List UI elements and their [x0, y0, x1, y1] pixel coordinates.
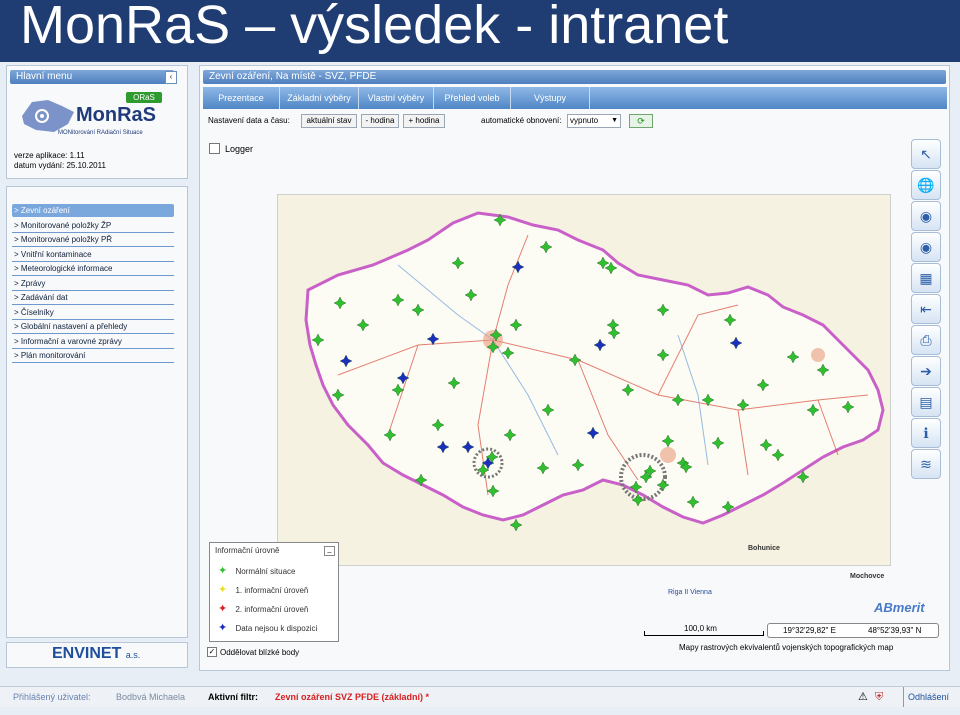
coord-latitude: 48°52'39,93" N [868, 626, 922, 635]
separate-points-label: Oddělovat blízké body [220, 648, 300, 657]
coord-longitude: 19°32'29,82" E [783, 626, 836, 635]
ruler-icon[interactable]: ⇤ [911, 294, 941, 324]
star-marker-icon: ✦ [218, 603, 228, 615]
tab-label: Přehled voleb [444, 93, 500, 103]
refresh-icon[interactable]: ⟳ [629, 114, 653, 128]
map-canvas[interactable]: Bohunice [277, 194, 891, 566]
tab-prehled-voleb[interactable]: Přehled voleb [434, 87, 511, 109]
globe-icon[interactable]: 🌐 [911, 170, 941, 200]
logo-badge: ORaS [126, 92, 162, 103]
slide-title-bar: MonRaS – výsledek - intranet [0, 0, 960, 62]
current-state-button[interactable]: aktuální stav [301, 114, 357, 128]
print-icon[interactable]: ⎙ [911, 325, 941, 355]
sidebar-item[interactable]: > Monitorované položky ŽP [12, 219, 174, 233]
sidebar-item[interactable]: > Zprávy [12, 277, 174, 291]
main-header-label: Zevní ozáření, Na místě - SVZ, PFDE [209, 71, 377, 82]
tab-label: Vlastní výběry [367, 93, 425, 103]
status-bar: Přihlášený uživatel: Bodbvá Michaela Akt… [0, 686, 960, 707]
envinet-logo: ENVINET a.s. [52, 645, 140, 663]
map-svg [278, 195, 890, 565]
star-marker-icon: ✦ [218, 622, 228, 634]
warning-icon[interactable]: ⚠ [858, 687, 868, 707]
logout-link[interactable]: Odhlášení [903, 687, 949, 707]
ste-icon[interactable]: ◉ [911, 232, 941, 262]
sidebar-header-label: Hlavní menu [16, 71, 73, 82]
sidebar-item[interactable]: > Globální nastavení a přehledy [12, 320, 174, 334]
legend-item: ✦ 2. informační úroveň [218, 602, 308, 615]
star-marker-icon: ✦ [218, 584, 228, 596]
filter-label: Aktivní filtr: [208, 692, 259, 702]
tab-prezentace[interactable]: Prezentace [203, 87, 280, 109]
tab-vystupy[interactable]: Výstupy [511, 87, 590, 109]
tab-zakladni-vybery[interactable]: Základní výběry [280, 87, 359, 109]
scale-label: 100,0 km [684, 624, 717, 633]
layout-icon[interactable]: ▦ [911, 263, 941, 293]
sidebar-item[interactable]: > Vnitřní kontaminace [12, 248, 174, 262]
tab-label: Prezentace [218, 93, 264, 103]
tab-vlastni-vybery[interactable]: Vlastní výběry [359, 87, 434, 109]
city-ostrava [811, 348, 825, 362]
sidebar-header: Hlavní menu [10, 70, 174, 84]
auto-refresh-value: vypnuto [570, 116, 599, 125]
sdu-icon[interactable]: ◉ [911, 201, 941, 231]
monras-logo: ORaS MonRaS MONitorování RAdiační Situac… [18, 92, 168, 140]
tab-label: Výstupy [533, 93, 566, 103]
collapse-icon[interactable]: ‹ [165, 71, 177, 84]
map-caption: Mapy rastrových ekvivalentů vojenských t… [679, 643, 894, 652]
legend-panel: Informační úrovně _ ✦ Normální situace ✦ … [209, 542, 339, 642]
user-value: Bodbvá Michaela [116, 692, 186, 702]
sidebar-item[interactable]: > Zadávání dat [12, 291, 174, 305]
tab-label: Základní výběry [287, 93, 351, 103]
sidebar-item[interactable]: > Informační a varovné zprávy [12, 335, 174, 349]
sidebar-item[interactable]: > Číselníky [12, 306, 174, 320]
filter-value: Zevní ozáření SVZ PFDE (základní) * [275, 692, 430, 702]
separate-points-checkbox[interactable]: ✓ [207, 647, 217, 657]
auto-refresh-select[interactable]: vypnuto ▼ [567, 114, 621, 128]
sidebar-item[interactable]: > Monitorované položky PŘ [12, 233, 174, 247]
layers-icon[interactable]: ≋ [911, 449, 941, 479]
info-icon[interactable]: ℹ [911, 418, 941, 448]
map-place-vienna: Riga II Vienna [668, 589, 712, 596]
logger-checkbox[interactable] [209, 143, 220, 154]
envinet-suffix: a.s. [125, 650, 141, 660]
legend-item-label: 1. informační úroveň [235, 586, 309, 595]
shield-icon[interactable]: ⛨ [875, 687, 883, 707]
legend-minimize-icon[interactable]: _ [324, 546, 335, 556]
legend-item: ✦ Normální situace [218, 564, 295, 577]
release-date-label: datum vydání: 25.10.2011 [14, 161, 106, 170]
legend-item-label: Normální situace [235, 567, 296, 576]
minus-hour-button[interactable]: - hodina [361, 114, 399, 128]
slide-title: MonRaS – výsledek - intranet [20, 0, 729, 55]
sidebar-item[interactable]: > Meteorologické informace [12, 262, 174, 276]
plus-hour-button[interactable]: + hodina [403, 114, 445, 128]
time-setting-label: Nastavení data a času: [208, 116, 290, 125]
city-brno [660, 447, 676, 463]
star-marker-icon: ✦ [218, 565, 228, 577]
map-place-bohunice: Bohunice [748, 545, 780, 552]
logo-name: MonRaS [76, 104, 156, 126]
logo-subtitle: MONitorování RAdiační Situace [58, 130, 143, 136]
envinet-brand: ENVINET [52, 645, 122, 662]
legend-item-label: 2. informační úroveň [235, 605, 309, 614]
legend-item: ✦ Data nejsou k dispozici [218, 621, 317, 634]
user-label: Přihlášený uživatel: [13, 692, 91, 702]
pointer-icon[interactable]: ↖ [911, 139, 941, 169]
abmerit-logo: ABmerit [874, 600, 925, 615]
sidebar-item[interactable]: > Plán monitorování [12, 349, 174, 363]
coordinates-box: 19°32'29,82" E 48°52'39,93" N [767, 623, 939, 638]
legend-item: ✦ 1. informační úroveň [218, 583, 308, 596]
legend-title: Informační úrovně [215, 546, 280, 555]
version-label: verze aplikace: 1.11 [14, 151, 85, 160]
main-header: Zevní ozáření, Na místě - SVZ, PFDE [203, 70, 946, 84]
export-icon[interactable]: ➔ [911, 356, 941, 386]
page-icon[interactable]: ▤ [911, 387, 941, 417]
sidebar-item[interactable]: > Zevní ozáření [12, 204, 174, 217]
map-place-mochovce: Mochovce [850, 573, 885, 580]
auto-refresh-label: automatické obnovení: [481, 116, 562, 125]
chevron-down-icon: ▼ [611, 117, 618, 124]
logger-label: Logger [225, 144, 254, 154]
legend-item-label: Data nejsou k dispozici [235, 624, 318, 633]
